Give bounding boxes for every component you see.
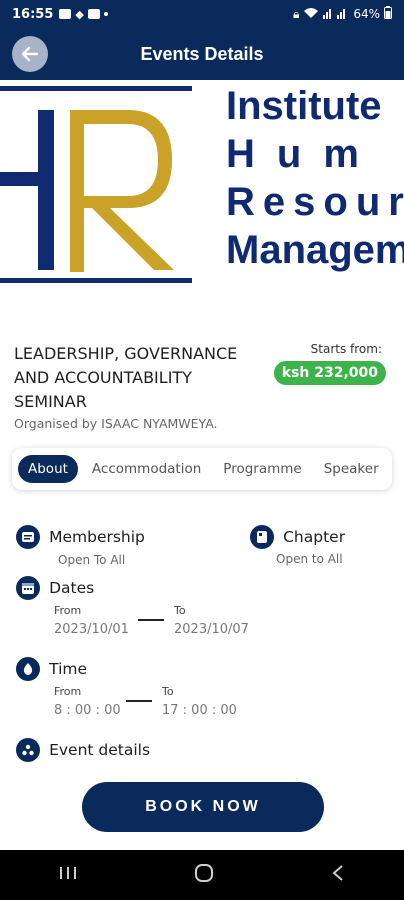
chapter-label: Chapter xyxy=(283,528,346,546)
membership-row: Membership xyxy=(16,525,145,549)
wifi-icon xyxy=(303,7,319,22)
notification-icons: ◆ xyxy=(59,7,108,21)
more-notifications-icon xyxy=(103,12,108,16)
price-label: Starts from: xyxy=(310,342,382,356)
banner-line-1: Institute xyxy=(226,84,382,128)
dates-to-value: 2023/10/07 xyxy=(174,622,249,637)
dates-to-label: To xyxy=(174,604,186,617)
book-now-button[interactable]: BOOK NOW xyxy=(82,782,324,832)
recent-apps-icon xyxy=(59,867,76,879)
youtube-notification-icon xyxy=(87,9,100,19)
time-range-dash xyxy=(126,700,152,702)
chapter-row: Chapter xyxy=(250,525,345,549)
battery-icon xyxy=(384,6,392,22)
banner-line-2: Hum xyxy=(226,132,381,176)
event-tabs: About Accommodation Programme Speaker xyxy=(12,448,392,490)
page-title: Events Details xyxy=(140,43,264,64)
back-nav-button[interactable] xyxy=(331,864,345,886)
status-time: 16:55 xyxy=(12,6,54,22)
lock-icon: 🔒︎ xyxy=(292,6,300,21)
price-badge: ksh 232,000 xyxy=(273,361,386,385)
signal-icon xyxy=(323,7,349,22)
event-details-row: Event details xyxy=(16,738,150,762)
event-details-icon xyxy=(16,738,40,762)
tab-about[interactable]: About xyxy=(18,455,78,483)
membership-icon xyxy=(16,525,40,549)
diamond-notification-icon: ◆ xyxy=(75,7,84,21)
membership-label: Membership xyxy=(49,528,145,546)
event-details-label: Event details xyxy=(49,741,151,759)
time-label: Time xyxy=(49,660,88,678)
event-organiser: Organised by ISAAC NYAMWEYA. xyxy=(14,416,218,431)
calendar-icon xyxy=(16,576,40,600)
tab-programme[interactable]: Programme xyxy=(215,455,309,483)
banner-line-4: Managem xyxy=(226,228,404,272)
chapter-value: Open to All xyxy=(276,552,343,566)
home-button[interactable] xyxy=(194,863,214,887)
event-title: LEADERSHIP, GOVERNANCE AND ACCOUNTABILIT… xyxy=(14,344,238,411)
back-button[interactable] xyxy=(12,36,48,72)
dates-row: Dates xyxy=(16,576,94,600)
tab-accommodation[interactable]: Accommodation xyxy=(84,455,209,483)
clock-icon xyxy=(16,657,40,681)
dates-range-dash xyxy=(138,619,164,621)
time-row: Time xyxy=(16,657,87,681)
chevron-left-icon xyxy=(332,865,343,881)
tab-speaker[interactable]: Speaker xyxy=(316,455,387,483)
status-bar: 16:55 ◆ 🔒︎ 64% xyxy=(0,0,404,28)
recent-apps-button[interactable] xyxy=(59,865,77,885)
time-to-label: To xyxy=(162,685,174,698)
banner-line-3: Resour xyxy=(226,180,404,224)
system-nav-bar xyxy=(0,850,404,900)
image-notification-icon xyxy=(59,9,72,19)
home-icon xyxy=(194,864,213,882)
time-from-label: From xyxy=(54,685,82,698)
membership-value: Open To All xyxy=(58,553,126,567)
dates-label: Dates xyxy=(49,579,95,597)
event-title-block: LEADERSHIP, GOVERNANCE AND ACCOUNTABILIT… xyxy=(14,342,264,431)
battery-level: 64% xyxy=(353,7,380,21)
app-bar: Events Details xyxy=(0,28,404,80)
time-from-value: 8 : 00 : 00 xyxy=(54,703,121,718)
event-banner: Institute Hum Resour Managem xyxy=(0,80,404,308)
arrow-left-icon xyxy=(21,46,39,62)
price-block: Starts from: ksh 232,000 xyxy=(273,342,386,385)
time-to-value: 17 : 00 : 00 xyxy=(162,703,237,718)
dates-from-label: From xyxy=(54,604,82,617)
chapter-icon xyxy=(250,525,274,549)
dates-from-value: 2023/10/01 xyxy=(54,622,129,637)
